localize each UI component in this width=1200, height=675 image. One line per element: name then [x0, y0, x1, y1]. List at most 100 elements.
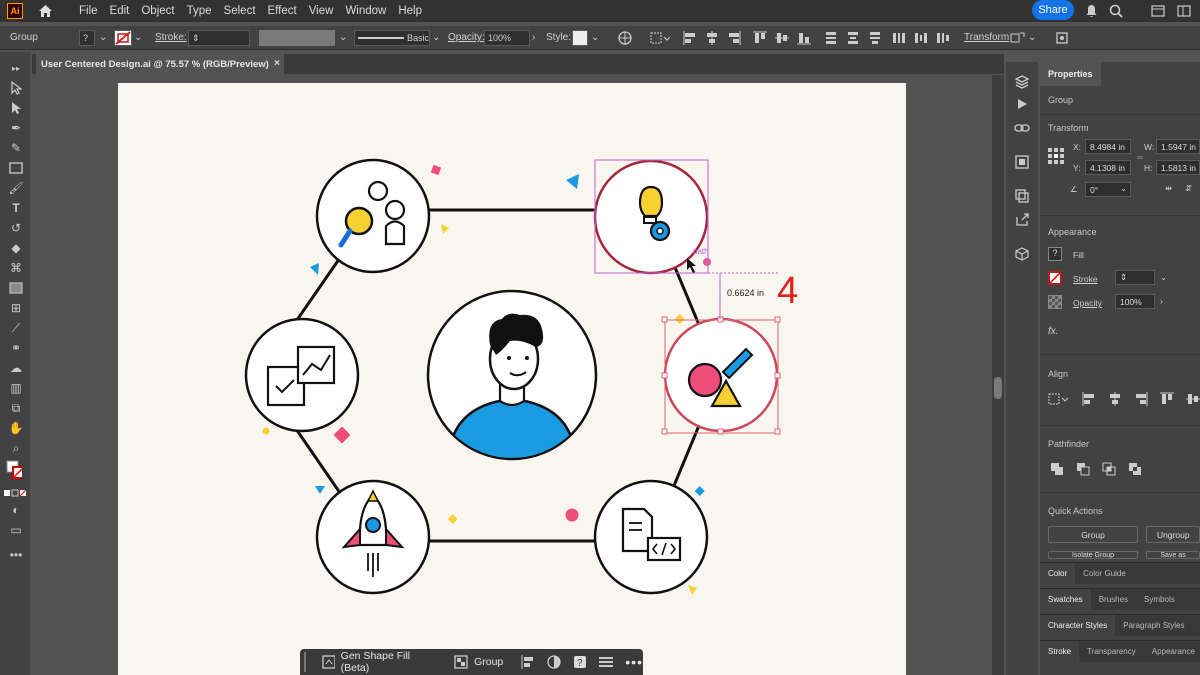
tab-stroke[interactable]: Stroke: [1040, 641, 1080, 662]
eyedropper-tool-icon[interactable]: ⟋: [8, 320, 24, 336]
eraser-tool-icon[interactable]: ◆: [8, 240, 24, 256]
distribute-right-icon[interactable]: [936, 31, 950, 45]
fill-dropdown-icon[interactable]: ⌄: [99, 32, 107, 43]
group-button[interactable]: Group: [454, 655, 503, 669]
brush-definition[interactable]: Basic: [354, 30, 430, 46]
w-field[interactable]: 1.5947 in: [1156, 139, 1200, 154]
workspace-switcher-icon[interactable]: [1176, 3, 1192, 19]
save-as-button[interactable]: Save as: [1146, 551, 1200, 559]
y-field[interactable]: 4.1308 in: [1085, 160, 1131, 175]
arrange-documents-icon[interactable]: [1150, 3, 1166, 19]
distribute-left-icon[interactable]: [892, 31, 906, 45]
h-field[interactable]: 1.5813 in: [1156, 160, 1200, 175]
gradient-tool-icon[interactable]: [8, 280, 24, 296]
menu-type[interactable]: Type: [181, 5, 218, 17]
rectangle-tool-icon[interactable]: [8, 160, 24, 176]
tab-paragraph-styles[interactable]: Paragraph Styles: [1115, 621, 1192, 630]
stroke-weight-field[interactable]: ⇕: [188, 30, 250, 46]
angle-dropdown-icon[interactable]: ⌄: [1120, 183, 1127, 194]
type-tool-icon[interactable]: T: [8, 200, 24, 216]
stroke-swatch-icon[interactable]: [1048, 271, 1062, 285]
share-button[interactable]: Share: [1032, 0, 1074, 20]
profile-dropdown-icon[interactable]: ⌄: [339, 32, 347, 43]
hand-tool-icon[interactable]: ✋: [8, 420, 24, 436]
links-icon[interactable]: [1014, 120, 1030, 136]
distribute-top-icon[interactable]: [824, 31, 838, 45]
export-icon[interactable]: [1014, 212, 1030, 228]
graph-tool-icon[interactable]: ▥: [8, 380, 24, 396]
color-mode-icons[interactable]: [4, 485, 26, 501]
properties-tab[interactable]: Properties: [1040, 62, 1101, 86]
help-icon[interactable]: ?: [573, 655, 587, 669]
align-to-icon[interactable]: [650, 31, 671, 45]
recolor-artwork-icon[interactable]: [547, 655, 561, 669]
artboard-tool-icon[interactable]: ⧉: [8, 400, 24, 416]
hamburger-menu-icon[interactable]: [599, 656, 614, 668]
document-tab[interactable]: User Centered Design.ai @ 75.57 % (RGB/P…: [36, 54, 284, 74]
distribute-center-icon[interactable]: [846, 31, 860, 45]
tab-appearance[interactable]: Appearance: [1144, 647, 1200, 656]
brush-dropdown-icon[interactable]: ⌄: [432, 32, 440, 43]
tab-symbols[interactable]: Symbols: [1136, 595, 1183, 604]
panel-menu-icon[interactable]: [1055, 31, 1069, 45]
isolate-icon[interactable]: [1010, 31, 1025, 45]
distribute-bottom-icon[interactable]: [868, 31, 882, 45]
menu-select[interactable]: Select: [218, 5, 262, 17]
align-left-icon[interactable]: [683, 31, 697, 45]
menu-view[interactable]: View: [303, 5, 340, 17]
opacity-label[interactable]: Opacity:: [448, 32, 485, 43]
home-icon[interactable]: [37, 3, 53, 19]
align-top-icon[interactable]: [753, 31, 767, 45]
isolate-dropdown-icon[interactable]: ⌄: [1028, 32, 1036, 43]
tab-color[interactable]: Color: [1040, 562, 1076, 585]
artboard[interactable]: path 0.6624 in 4: [118, 83, 906, 675]
align-bottom-icon[interactable]: [797, 31, 811, 45]
menu-effect[interactable]: Effect: [262, 5, 303, 17]
opacity-field[interactable]: 100%: [1115, 294, 1155, 309]
tab-character-styles[interactable]: Character Styles: [1040, 614, 1116, 637]
tab-color-guide[interactable]: Color Guide: [1075, 569, 1134, 578]
actions-play-icon[interactable]: [1014, 96, 1030, 112]
reference-point-icon[interactable]: [1048, 148, 1064, 164]
blend-tool-icon[interactable]: ⚭: [8, 340, 24, 356]
symbol-sprayer-tool-icon[interactable]: ☁: [8, 360, 24, 376]
tab-brushes[interactable]: Brushes: [1091, 595, 1136, 604]
align-middle-icon[interactable]: [775, 31, 789, 45]
screen-mode-icon[interactable]: ▭: [8, 522, 24, 538]
menu-object[interactable]: Object: [135, 5, 180, 17]
selection-tool-icon[interactable]: [8, 80, 24, 96]
curvature-tool-icon[interactable]: ✎: [8, 140, 24, 156]
x-field[interactable]: 8.4984 in: [1085, 139, 1131, 154]
width-tool-icon[interactable]: ⌘: [8, 260, 24, 276]
stroke-dropdown-icon[interactable]: ⌄: [134, 32, 142, 43]
flip-vertical-icon[interactable]: ⇵: [1185, 183, 1192, 194]
menu-window[interactable]: Window: [339, 5, 392, 17]
canvas-workspace[interactable]: path 0.6624 in 4: [32, 75, 992, 675]
stroke-weight-field[interactable]: ⇕: [1115, 270, 1155, 285]
libraries-icon[interactable]: [1014, 188, 1030, 204]
pen-tool-icon[interactable]: ✒: [8, 120, 24, 136]
isolate-group-button[interactable]: Isolate Group: [1048, 551, 1138, 559]
menu-help[interactable]: Help: [392, 5, 428, 17]
group-action-button[interactable]: Group: [1048, 526, 1138, 543]
close-tab-icon[interactable]: ×: [274, 58, 280, 69]
stroke-label[interactable]: Stroke: [1073, 274, 1098, 284]
flip-horizontal-icon[interactable]: ⇹: [1165, 183, 1172, 194]
search-icon[interactable]: [1108, 3, 1124, 19]
3d-materials-icon[interactable]: [1014, 246, 1030, 262]
fx-icon[interactable]: fx.: [1048, 326, 1059, 337]
fill-swatch-icon[interactable]: ?: [1048, 247, 1062, 261]
tab-transparency[interactable]: Transparency: [1079, 647, 1144, 656]
constrain-link-icon[interactable]: ∞: [1137, 152, 1143, 162]
align-options-icon[interactable]: [521, 655, 535, 669]
tab-swatches[interactable]: Swatches: [1040, 588, 1091, 611]
align-center-icon[interactable]: [705, 31, 719, 45]
stroke-dropdown-icon[interactable]: ⌄: [1160, 272, 1167, 283]
transform-link[interactable]: Transform: [964, 32, 1009, 43]
paintbrush-tool-icon[interactable]: 🖌: [8, 180, 24, 196]
fill-stroke-swatch-icon[interactable]: [6, 460, 22, 479]
opacity-arrow-icon[interactable]: ›: [1160, 296, 1163, 306]
stroke-label[interactable]: Stroke:: [155, 32, 187, 43]
canvas-vertical-scrollbar[interactable]: [992, 75, 1004, 675]
fill-swatch[interactable]: ?: [79, 30, 95, 46]
